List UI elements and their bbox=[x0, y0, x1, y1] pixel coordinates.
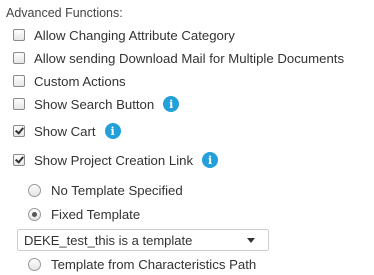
checkbox[interactable] bbox=[13, 29, 25, 41]
option-label: Custom Actions bbox=[34, 73, 126, 89]
option-show-project-creation-link[interactable]: Show Project Creation Link i bbox=[13, 150, 219, 170]
radio-template-from-characteristics-path[interactable]: Template from Characteristics Path bbox=[28, 254, 256, 274]
option-allow-sending-download-mail[interactable]: Allow sending Download Mail for Multiple… bbox=[13, 48, 344, 68]
option-allow-changing-attribute-category[interactable]: Allow Changing Attribute Category bbox=[13, 25, 235, 45]
radio-button[interactable] bbox=[28, 257, 41, 271]
template-select[interactable]: DEKE_test_this is a template bbox=[17, 229, 269, 251]
option-label: Show Search Button bbox=[34, 96, 155, 112]
info-icon[interactable]: i bbox=[202, 152, 219, 168]
info-icon[interactable]: i bbox=[104, 123, 121, 139]
option-show-search-button[interactable]: Show Search Button i bbox=[13, 94, 180, 114]
template-select-value: DEKE_test_this is a template bbox=[24, 232, 193, 248]
checkbox[interactable] bbox=[13, 75, 25, 87]
radio-no-template[interactable]: No Template Specified bbox=[28, 180, 183, 200]
option-label: Show Project Creation Link bbox=[34, 152, 194, 168]
option-show-cart[interactable]: Show Cart i bbox=[13, 121, 121, 141]
option-label: Allow sending Download Mail for Multiple… bbox=[34, 50, 345, 66]
checkbox-checked[interactable] bbox=[13, 125, 25, 137]
radio-label: Template from Characteristics Path bbox=[51, 256, 257, 272]
info-icon[interactable]: i bbox=[163, 96, 180, 112]
radio-button-selected[interactable] bbox=[28, 207, 41, 221]
chevron-down-icon bbox=[247, 238, 255, 243]
radio-label: No Template Specified bbox=[51, 182, 183, 198]
radio-fixed-template[interactable]: Fixed Template bbox=[28, 204, 140, 224]
radio-button[interactable] bbox=[28, 183, 41, 197]
checkbox[interactable] bbox=[13, 98, 25, 110]
radio-label: Fixed Template bbox=[51, 206, 141, 222]
option-label: Show Cart bbox=[34, 123, 96, 139]
option-custom-actions[interactable]: Custom Actions bbox=[13, 71, 126, 91]
checkbox-checked[interactable] bbox=[13, 154, 25, 166]
section-title: Advanced Functions: bbox=[6, 6, 123, 20]
checkbox[interactable] bbox=[13, 52, 25, 64]
option-label: Allow Changing Attribute Category bbox=[34, 27, 235, 43]
